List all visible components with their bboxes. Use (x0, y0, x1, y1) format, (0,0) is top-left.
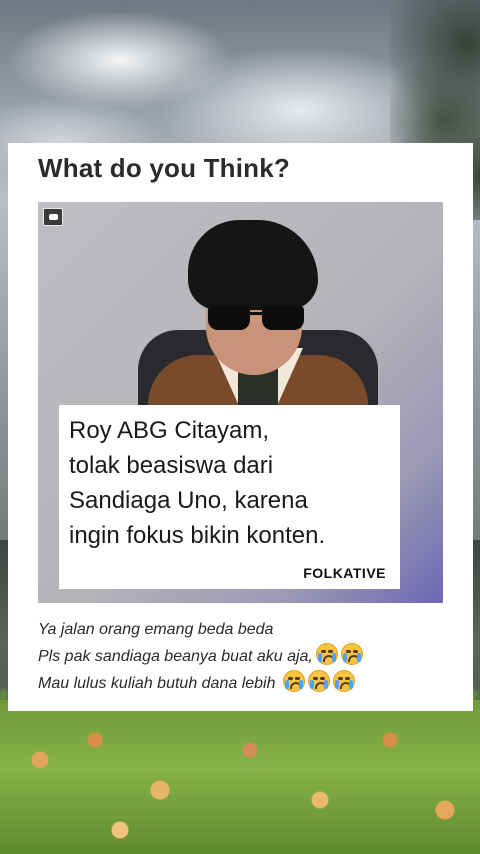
post-card: What do you Think? Roy ABG Citayam, tola… (8, 143, 473, 711)
loudly-crying-face-icon (307, 670, 330, 692)
caption-text: Mau lulus kuliah butuh dana lebih (38, 675, 276, 692)
background-flowers (0, 700, 480, 854)
message-icon[interactable] (43, 208, 63, 226)
sunglasses-icon (208, 306, 304, 332)
loudly-crying-face-icon (340, 643, 363, 665)
loudly-crying-face-icon (282, 670, 305, 692)
post-title: What do you Think? (38, 153, 291, 183)
quote-text: Roy ABG Citayam, tolak beasiswa dari San… (69, 417, 326, 549)
caption-text: Ya jalan orang emang beda beda (38, 621, 274, 638)
hair-shape (188, 220, 318, 310)
quote-box: Roy ABG Citayam, tolak beasiswa dari San… (59, 405, 400, 589)
loudly-crying-face-icon (315, 643, 338, 665)
post-image[interactable]: Roy ABG Citayam, tolak beasiswa dari San… (38, 202, 443, 603)
caption-line: Pls pak sandiaga beanya buat aku aja, (38, 643, 458, 670)
loudly-crying-face-icon (332, 670, 355, 692)
caption-text: Pls pak sandiaga beanya buat aku aja, (38, 648, 313, 665)
brand-label: FOLKATIVE (303, 565, 386, 581)
caption-line: Mau lulus kuliah butuh dana lebih (38, 670, 458, 697)
post-caption: Ya jalan orang emang beda beda Pls pak s… (38, 617, 458, 697)
caption-line: Ya jalan orang emang beda beda (38, 617, 458, 643)
